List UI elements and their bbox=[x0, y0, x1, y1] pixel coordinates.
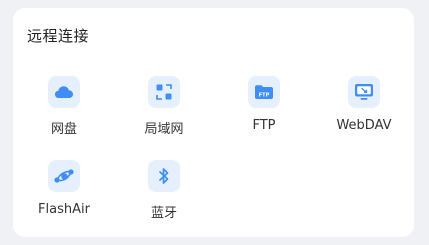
item-label: 蓝牙 bbox=[150, 206, 177, 221]
flashair-icon bbox=[48, 160, 80, 192]
section-title: 远程连接 bbox=[27, 27, 90, 45]
item-flashair[interactable]: FlashAir bbox=[24, 160, 104, 230]
item-label: FTP bbox=[252, 118, 276, 133]
remote-connection-card: 远程连接 网盘 局域网 FTP FTP WebDAV FlashAir 蓝牙 bbox=[13, 8, 414, 237]
cloud-icon bbox=[48, 76, 80, 108]
item-lan[interactable]: 局域网 bbox=[124, 76, 204, 146]
item-label: 局域网 bbox=[144, 122, 184, 137]
ftp-folder-icon: FTP bbox=[248, 76, 280, 108]
item-cloud-drive[interactable]: 网盘 bbox=[24, 76, 104, 146]
item-label: WebDAV bbox=[336, 118, 392, 133]
item-label: 网盘 bbox=[50, 122, 77, 137]
item-label: FlashAir bbox=[38, 202, 90, 217]
bluetooth-icon bbox=[148, 160, 180, 192]
item-ftp[interactable]: FTP FTP bbox=[224, 76, 304, 146]
lan-icon bbox=[148, 76, 180, 108]
svg-text:FTP: FTP bbox=[259, 92, 270, 98]
item-bluetooth[interactable]: 蓝牙 bbox=[124, 160, 204, 230]
webdav-monitor-icon bbox=[348, 76, 380, 108]
item-webdav[interactable]: WebDAV bbox=[324, 76, 404, 146]
